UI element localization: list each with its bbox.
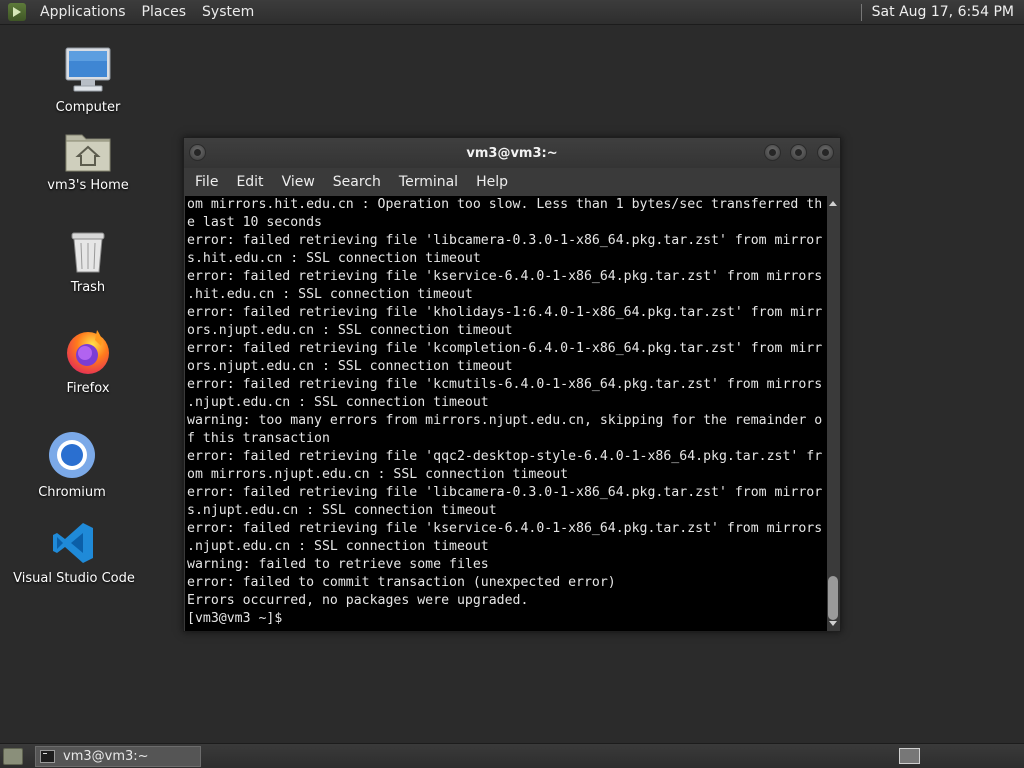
firefox-icon	[67, 330, 109, 374]
window-title: vm3@vm3:~	[466, 145, 558, 161]
terminal-line: error: failed retrieving file 'kservice-…	[187, 521, 823, 536]
menu-edit[interactable]: Edit	[227, 174, 272, 190]
menu-file[interactable]: File	[186, 174, 227, 190]
terminal-line: s.hit.edu.cn : SSL connection timeout	[187, 251, 481, 266]
show-desktop-button[interactable]	[3, 747, 23, 765]
desktop-icon-label: Firefox	[66, 381, 110, 396]
terminal-line: error: failed retrieving file 'kservice-…	[187, 269, 823, 284]
desktop-icon-trash[interactable]: Trash	[28, 229, 148, 295]
clock[interactable]: Sat Aug 17, 6:54 PM	[872, 4, 1014, 20]
applications-menu[interactable]: Applications	[32, 4, 134, 20]
minimize-button[interactable]	[764, 144, 781, 161]
panel-separator	[860, 3, 862, 21]
workspace-switcher[interactable]	[899, 748, 920, 764]
menu-view[interactable]: View	[273, 174, 324, 190]
taskbar-item-label: vm3@vm3:~	[63, 748, 149, 764]
close-button[interactable]	[817, 144, 834, 161]
terminal-line: error: failed retrieving file 'kcompleti…	[187, 341, 823, 356]
terminal-line: f this transaction	[187, 431, 330, 446]
menu-terminal[interactable]: Terminal	[390, 174, 467, 190]
top-panel: Applications Places System Sat Aug 17, 6…	[0, 0, 1024, 25]
desktop-icon-label: Chromium	[38, 485, 106, 500]
taskbar-item-terminal[interactable]: vm3@vm3:~	[35, 745, 201, 767]
window-titlebar[interactable]: vm3@vm3:~	[184, 138, 840, 168]
desktop-icon-label: Visual Studio Code	[13, 571, 135, 586]
desktop-icon-firefox[interactable]: Firefox	[28, 326, 148, 396]
terminal-line: warning: failed to retrieve some files	[187, 557, 489, 572]
desktop-icon-label: vm3's Home	[47, 178, 129, 193]
places-menu[interactable]: Places	[134, 4, 195, 20]
chromium-icon	[49, 432, 95, 478]
applications-menu-icon[interactable]	[8, 3, 26, 21]
terminal-line: error: failed retrieving file 'libcamera…	[187, 485, 823, 500]
terminal-menubar: File Edit View Search Terminal Help	[184, 168, 840, 196]
terminal-line: warning: too many errors from mirrors.nj…	[187, 413, 823, 428]
desktop-icon-chromium[interactable]: Chromium	[12, 430, 132, 500]
menu-help[interactable]: Help	[467, 174, 517, 190]
menu-search[interactable]: Search	[324, 174, 390, 190]
terminal-scrollbar[interactable]	[827, 196, 839, 631]
desktop-icon-label: Trash	[70, 280, 106, 295]
vscode-icon	[53, 523, 93, 563]
window-menu-button[interactable]	[189, 144, 206, 161]
terminal-line: error: failed retrieving file 'kholidays…	[187, 305, 823, 320]
trash-icon	[71, 232, 105, 273]
terminal-line: Errors occurred, no packages were upgrad…	[187, 593, 529, 608]
terminal-line: ors.njupt.edu.cn : SSL connection timeou…	[187, 359, 513, 374]
maximize-button[interactable]	[790, 144, 807, 161]
scroll-up-arrow-icon[interactable]	[829, 201, 837, 206]
desktop-icon-computer[interactable]: Computer	[28, 45, 148, 115]
terminal-line: e last 10 seconds	[187, 215, 322, 230]
terminal-line: .njupt.edu.cn : SSL connection timeout	[187, 539, 489, 554]
scroll-thumb[interactable]	[828, 576, 838, 620]
home-folder-icon	[65, 134, 111, 172]
desktop-icon-home[interactable]: vm3's Home	[28, 127, 148, 193]
scroll-down-arrow-icon[interactable]	[829, 621, 837, 626]
terminal-line: ors.njupt.edu.cn : SSL connection timeou…	[187, 323, 513, 338]
desktop-icon-label: Computer	[55, 100, 121, 115]
terminal-line: om mirrors.hit.edu.cn : Operation too sl…	[187, 197, 823, 212]
terminal-output[interactable]: om mirrors.hit.edu.cn : Operation too sl…	[185, 196, 829, 631]
computer-icon	[65, 47, 111, 92]
terminal-line: error: failed retrieving file 'kcmutils-…	[187, 377, 823, 392]
terminal-line: .hit.edu.cn : SSL connection timeout	[187, 287, 473, 302]
terminal-line: error: failed retrieving file 'qqc2-desk…	[187, 449, 823, 464]
terminal-line: s.njupt.edu.cn : SSL connection timeout	[187, 503, 497, 518]
terminal-icon	[40, 749, 55, 763]
terminal-window[interactable]: vm3@vm3:~ File Edit View Search Terminal…	[183, 137, 841, 632]
terminal-prompt[interactable]: [vm3@vm3 ~]$	[185, 610, 829, 628]
terminal-line: error: failed to commit transaction (une…	[187, 575, 616, 590]
terminal-line: .njupt.edu.cn : SSL connection timeout	[187, 395, 489, 410]
terminal-line: error: failed retrieving file 'libcamera…	[187, 233, 823, 248]
bottom-panel: vm3@vm3:~	[0, 743, 1024, 768]
system-menu[interactable]: System	[194, 4, 262, 20]
terminal-line: om mirrors.njupt.edu.cn : SSL connection…	[187, 467, 569, 482]
desktop-icon-vscode[interactable]: Visual Studio Code	[13, 520, 135, 586]
